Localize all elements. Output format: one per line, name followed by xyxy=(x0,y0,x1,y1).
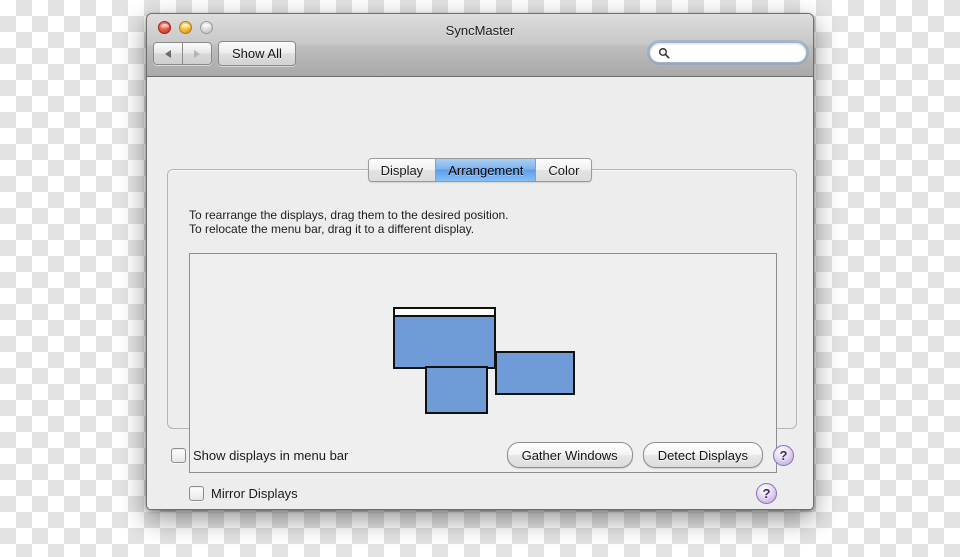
display-tertiary[interactable] xyxy=(495,351,575,395)
show-in-menu-bar-label: Show displays in menu bar xyxy=(193,448,349,463)
detect-displays-button[interactable]: Detect Displays xyxy=(642,442,763,468)
display-menu-bar[interactable] xyxy=(395,309,494,317)
tab-arrangement-label: Arrangement xyxy=(448,162,524,178)
window-title: SyncMaster xyxy=(445,23,515,38)
display-main[interactable] xyxy=(393,307,496,369)
footer-actions: Gather Windows Detect Displays ? xyxy=(506,442,794,468)
display-arrangement-canvas[interactable] xyxy=(189,253,777,473)
footer-help-label: ? xyxy=(779,447,788,463)
gather-windows-label: Gather Windows xyxy=(521,447,618,463)
tab-color[interactable]: Color xyxy=(536,159,592,181)
navigation-buttons[interactable] xyxy=(153,42,212,65)
mirror-displays-row[interactable]: Mirror Displays xyxy=(189,486,298,501)
show-all-label: Show All xyxy=(232,46,282,61)
mirror-displays-checkbox[interactable] xyxy=(189,486,204,501)
tab-arrangement[interactable]: Arrangement xyxy=(436,159,537,181)
instruction-line-1: To rearrange the displays, drag them to … xyxy=(189,208,509,222)
back-button[interactable] xyxy=(154,43,183,64)
detect-displays-label: Detect Displays xyxy=(657,447,748,463)
tab-group[interactable]: Display Arrangement Color xyxy=(367,158,593,182)
arrangement-help-label: ? xyxy=(762,486,771,501)
forward-arrow-icon xyxy=(194,49,200,58)
tab-bar[interactable]: Display Arrangement Color xyxy=(147,158,813,182)
gather-windows-button[interactable]: Gather Windows xyxy=(506,442,633,468)
show-in-menu-bar-row[interactable]: Show displays in menu bar xyxy=(171,448,348,463)
back-arrow-icon xyxy=(165,49,171,58)
tab-display[interactable]: Display xyxy=(368,159,437,181)
instruction-line-2: To relocate the menu bar, drag it to a d… xyxy=(189,222,475,236)
mirror-displays-label: Mirror Displays xyxy=(211,486,298,501)
search-field[interactable] xyxy=(649,42,807,63)
search-input[interactable] xyxy=(674,44,798,61)
window-titlebar[interactable]: SyncMaster Show All xyxy=(147,14,813,77)
window-body: To rearrange the displays, drag them to … xyxy=(147,77,813,509)
tab-color-label: Color xyxy=(548,162,580,178)
arrangement-instructions: To rearrange the displays, drag them to … xyxy=(189,208,509,236)
show-all-button[interactable]: Show All xyxy=(218,41,296,66)
tab-display-label: Display xyxy=(380,162,424,178)
arrangement-help-button[interactable]: ? xyxy=(756,483,777,504)
forward-button[interactable] xyxy=(183,43,211,64)
display-secondary[interactable] xyxy=(425,366,488,414)
footer-help-button[interactable]: ? xyxy=(773,444,794,466)
search-icon xyxy=(658,47,670,58)
system-preferences-window: SyncMaster Show All To rearrange the dis… xyxy=(146,13,814,510)
show-in-menu-bar-checkbox[interactable] xyxy=(171,448,186,463)
tab-content-panel: To rearrange the displays, drag them to … xyxy=(167,169,797,504)
